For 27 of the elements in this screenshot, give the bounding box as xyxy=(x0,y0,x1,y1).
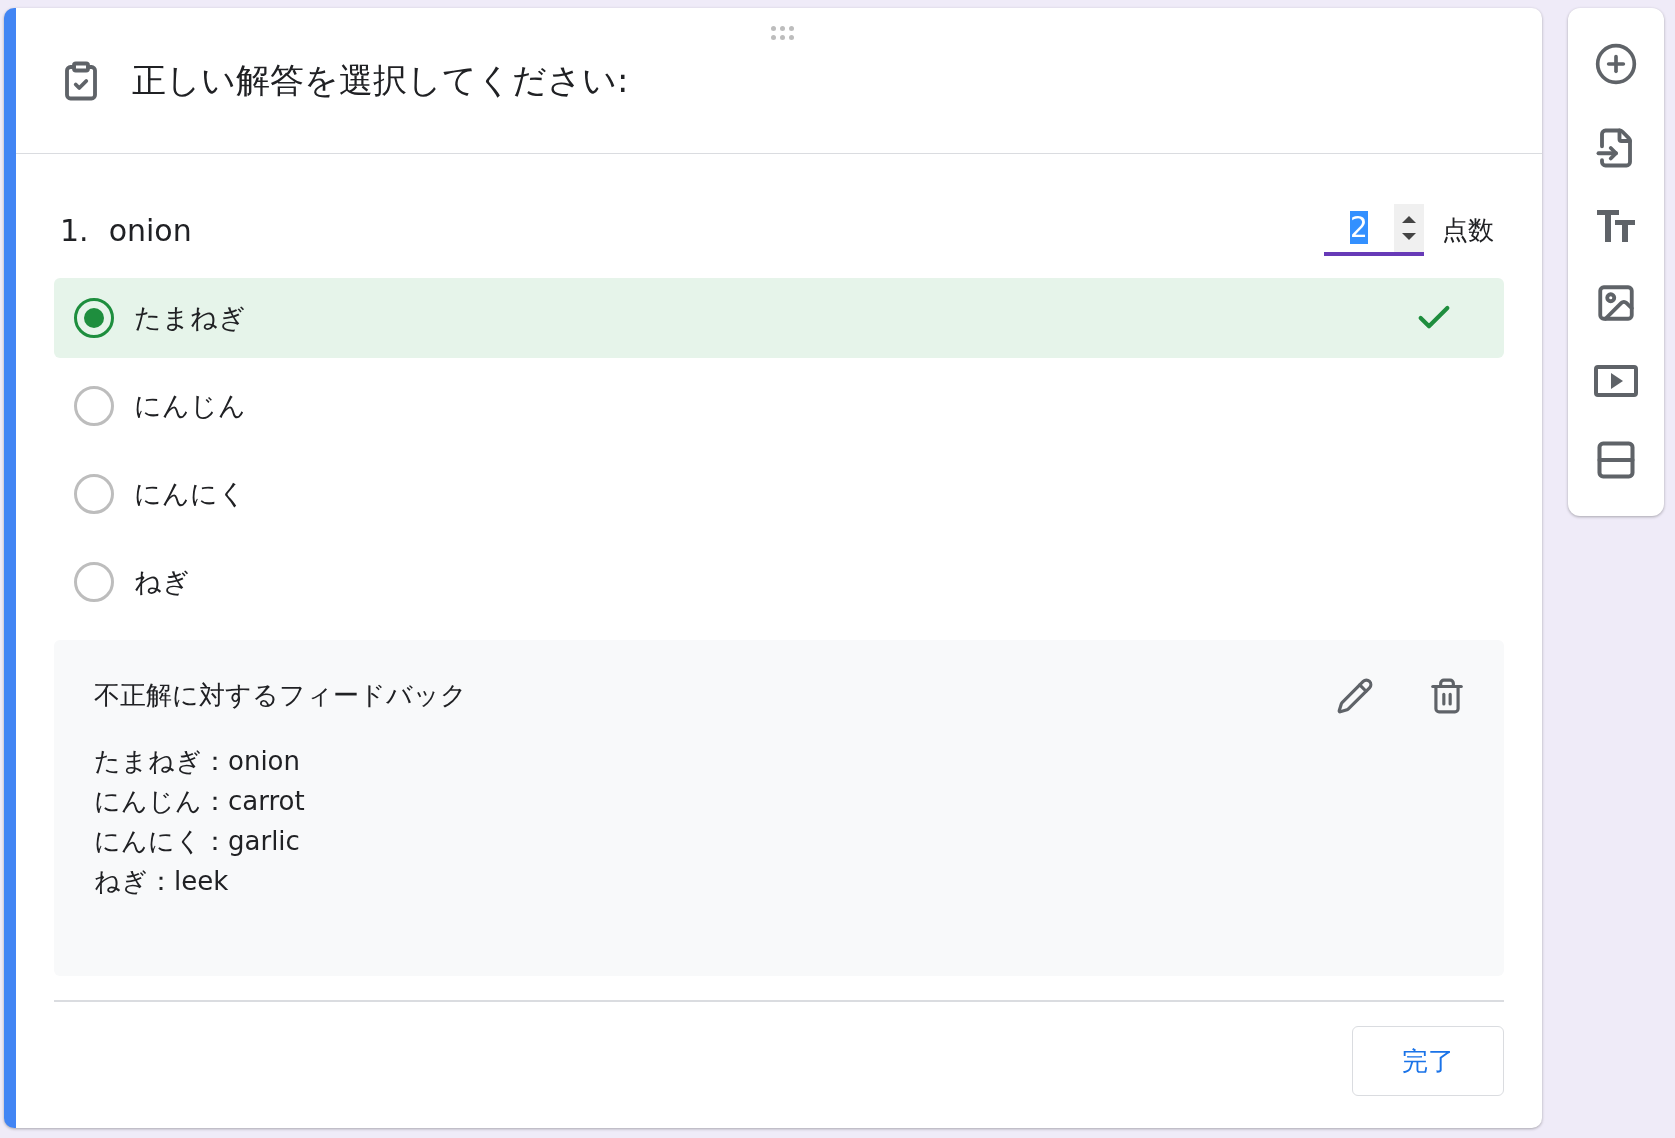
text-size-icon[interactable] xyxy=(1597,209,1635,242)
feedback-line: ねぎ：leek xyxy=(94,865,230,898)
question-text: onion xyxy=(108,211,192,250)
video-icon[interactable] xyxy=(1594,364,1638,397)
spinner-arrows-icon[interactable] xyxy=(1394,204,1424,252)
points-value: 2 xyxy=(1350,211,1368,244)
edit-icon[interactable] xyxy=(1336,676,1374,715)
option-label: たまねぎ xyxy=(134,300,246,335)
done-button[interactable]: 完了 xyxy=(1352,1026,1504,1096)
feedback-line: にんじん：carrot xyxy=(94,785,306,818)
radio-button[interactable] xyxy=(74,474,114,514)
option-label: にんじん xyxy=(134,388,246,423)
add-icon[interactable] xyxy=(1594,42,1638,87)
feedback-title: 不正解に対するフィードバック xyxy=(94,679,467,712)
feedback-line: たまねぎ：onion xyxy=(94,745,301,778)
points-label: 点数 xyxy=(1442,213,1494,247)
option-label: にんにく xyxy=(134,476,246,511)
question-number: 1. xyxy=(60,211,89,250)
radio-button[interactable] xyxy=(74,298,114,338)
option-label: ねぎ xyxy=(134,564,190,599)
answer-option[interactable]: たまねぎ xyxy=(54,278,1504,358)
drag-handle-icon[interactable] xyxy=(771,26,794,40)
radio-button[interactable] xyxy=(74,562,114,602)
feedback-line: にんにく：garlic xyxy=(94,825,301,858)
delete-icon[interactable] xyxy=(1428,676,1466,715)
radio-button[interactable] xyxy=(74,386,114,426)
section-title: 正しい解答を選択してください: xyxy=(132,59,629,102)
